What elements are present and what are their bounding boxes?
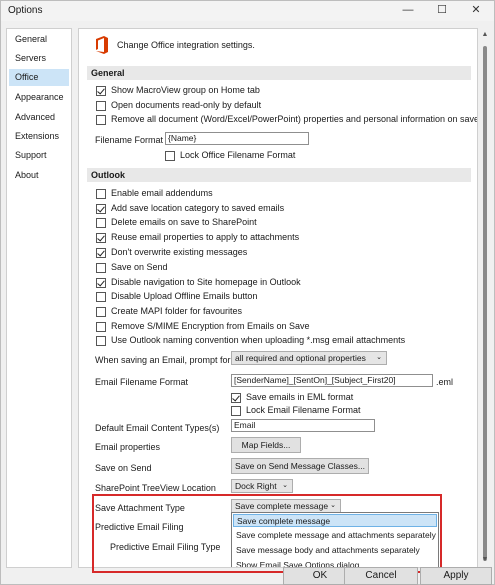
- checkbox-label: Remove all document (Word/Excel/PowerPoi…: [111, 114, 478, 124]
- minimize-icon[interactable]: —: [393, 1, 423, 19]
- email-filename-label: Email Filename Format: [95, 377, 189, 387]
- save-on-send-label: Save on Send: [95, 463, 152, 473]
- checkbox-box[interactable]: [96, 292, 106, 302]
- checkbox-box[interactable]: [96, 248, 106, 258]
- checkbox-box[interactable]: [96, 263, 106, 273]
- checkbox-label: Reuse email properties to apply to attac…: [111, 232, 300, 242]
- checkbox-box[interactable]: [96, 307, 106, 317]
- checkbox-box[interactable]: [96, 189, 106, 199]
- map-fields-button[interactable]: Map Fields...: [231, 437, 301, 453]
- checkbox-box[interactable]: [96, 86, 106, 96]
- section-outlook-header: Outlook: [87, 168, 471, 182]
- sidebar-item-support[interactable]: Support: [9, 147, 69, 164]
- checkbox-box[interactable]: [96, 322, 106, 332]
- sidebar-item-about[interactable]: About: [9, 167, 69, 184]
- checkbox-box[interactable]: [96, 204, 106, 214]
- checkbox-label: Enable email addendums: [111, 188, 213, 198]
- email-filename-input[interactable]: [SenderName]_[SentOn]_[Subject_First20]: [231, 374, 433, 387]
- scroll-down-icon[interactable]: ▼: [480, 555, 490, 565]
- checkbox-label: Open documents read-only by default: [111, 100, 262, 110]
- prompt-select-value: all required and optional properties: [235, 353, 366, 363]
- sidebar-item-office[interactable]: Office: [9, 69, 69, 86]
- checkbox-label: Show MacroView group on Home tab: [111, 85, 260, 95]
- checkbox-box[interactable]: [96, 278, 106, 288]
- cancel-button[interactable]: Cancel: [344, 567, 418, 585]
- scrollbar-thumb[interactable]: [483, 46, 487, 561]
- email-properties-label: Email properties: [95, 442, 161, 452]
- email-extension-label: .eml: [436, 377, 454, 387]
- office-logo-icon: [96, 36, 108, 54]
- sidebar-item-general[interactable]: General: [9, 31, 69, 48]
- chevron-down-icon: ⌄: [376, 354, 382, 361]
- checkbox-box[interactable]: [231, 406, 241, 416]
- checkbox-label: Don't overwrite existing messages: [111, 247, 248, 257]
- settings-panel: Change Office integration settings. Gene…: [78, 28, 478, 568]
- checkbox-label: Delete emails on save to SharePoint: [111, 217, 257, 227]
- checkbox-box[interactable]: [231, 393, 241, 403]
- save-on-send-classes-button[interactable]: Save on Send Message Classes...: [231, 458, 369, 474]
- sidebar: General Servers Office Appearance Advanc…: [6, 28, 72, 568]
- default-content-type-label: Default Email Content Types(s): [95, 423, 220, 433]
- checkbox-box[interactable]: [96, 233, 106, 243]
- chevron-down-icon: ⌄: [282, 482, 288, 489]
- checkbox-label: Save emails in EML format: [246, 392, 354, 402]
- checkbox-box[interactable]: [96, 336, 106, 346]
- sidebar-item-advanced[interactable]: Advanced: [9, 109, 69, 126]
- prompt-label: When saving an Email, prompt for: [95, 355, 231, 365]
- apply-button[interactable]: Apply: [420, 567, 492, 585]
- checkbox-label: Lock Office Filename Format: [180, 150, 296, 160]
- checkbox-label: Add save location category to saved emai…: [111, 203, 285, 213]
- checkbox-label: Save on Send: [111, 262, 168, 272]
- section-general-header: General: [87, 66, 471, 80]
- checkbox-label: Use Outlook naming convention when uploa…: [111, 335, 406, 345]
- title-bar: Options — ☐ ✕: [1, 1, 494, 21]
- sidebar-item-servers[interactable]: Servers: [9, 50, 69, 67]
- checkbox-box[interactable]: [96, 115, 106, 125]
- filename-format-input[interactable]: {Name}: [165, 132, 309, 145]
- sidebar-item-extensions[interactable]: Extensions: [9, 128, 69, 145]
- filename-format-label: Filename Format: [95, 135, 164, 145]
- treeview-location-value: Dock Right: [235, 481, 277, 491]
- checkbox-label: Create MAPI folder for favourites: [111, 306, 243, 316]
- sidebar-item-appearance[interactable]: Appearance: [9, 89, 69, 106]
- checkbox-label: Lock Email Filename Format: [246, 405, 361, 415]
- options-window: Options — ☐ ✕ General Servers Office App…: [0, 0, 495, 585]
- close-icon[interactable]: ✕: [461, 1, 491, 19]
- checkbox-label: Disable navigation to Site homepage in O…: [111, 277, 301, 287]
- checkbox-box[interactable]: [96, 101, 106, 111]
- checkbox-box[interactable]: [165, 151, 175, 161]
- treeview-location-label: SharePoint TreeView Location: [95, 483, 216, 493]
- window-title: Options: [8, 5, 43, 16]
- scroll-up-icon[interactable]: ▲: [480, 30, 490, 40]
- checkbox-label: Remove S/MIME Encryption from Emails on …: [111, 321, 310, 331]
- highlight-box: [92, 494, 442, 573]
- checkbox-label: Disable Upload Offline Emails button: [111, 291, 258, 301]
- default-content-type-input[interactable]: Email: [231, 419, 375, 432]
- header-text: Change Office integration settings.: [117, 40, 255, 50]
- checkbox-box[interactable]: [96, 218, 106, 228]
- prompt-select[interactable]: all required and optional properties ⌄: [231, 351, 387, 365]
- treeview-location-select[interactable]: Dock Right ⌄: [231, 479, 293, 493]
- vertical-scrollbar[interactable]: ▲ ▼: [479, 28, 491, 568]
- maximize-icon[interactable]: ☐: [427, 1, 457, 19]
